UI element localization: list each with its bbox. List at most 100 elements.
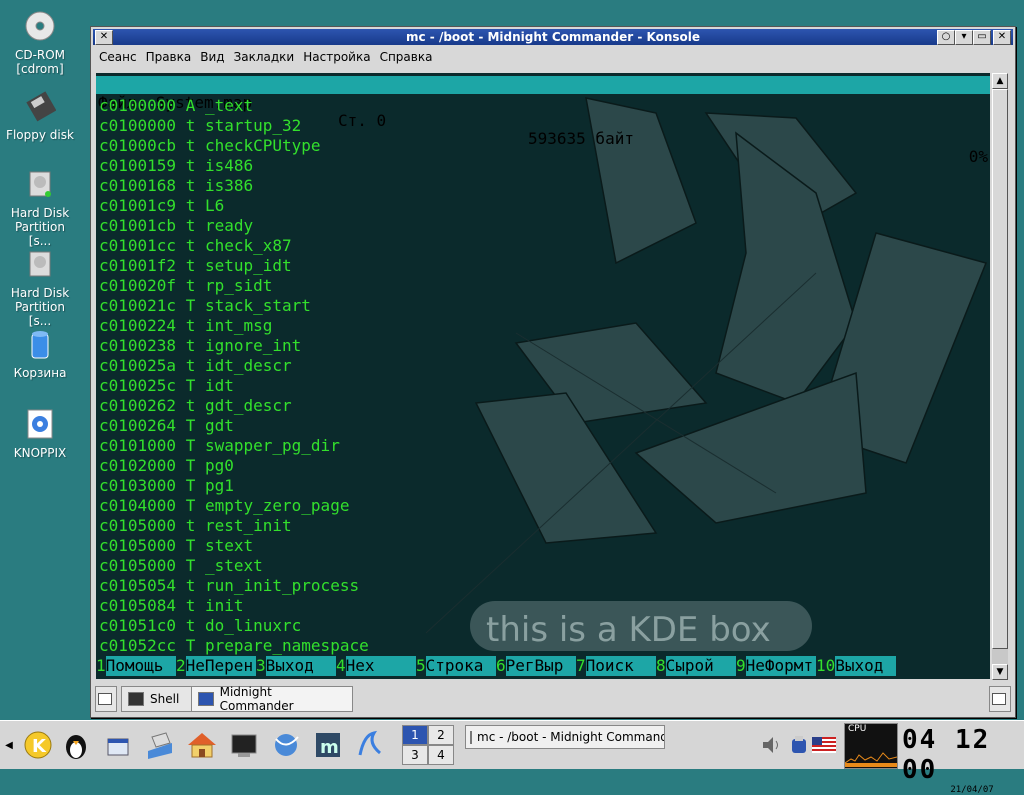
fkey-label: РегВыр (505, 656, 576, 676)
menu-session[interactable]: Сеанс (99, 50, 137, 64)
desktop-icon-label: CD-ROM [cdrom] (14, 48, 66, 76)
fkey-3[interactable]: 3 Выход (256, 656, 336, 676)
window-title: mc - /boot - Midnight Commander - Konsol… (405, 30, 701, 44)
svg-text:K: K (32, 736, 47, 757)
close-button[interactable]: ✕ (993, 30, 1011, 45)
menu-bar: Сеанс Правка Вид Закладки Настройка Спра… (93, 47, 1013, 67)
viewer-percent: 0% (968, 147, 988, 166)
vertical-scrollbar[interactable]: ▲ ▼ (992, 73, 1008, 680)
file-line: c0100000 t startup_32 (99, 116, 302, 135)
konsole-window: ✕ mc - /boot - Midnight Commander - Kons… (90, 26, 1016, 718)
close-session-button[interactable] (989, 686, 1011, 712)
desktop-icon-cdrom[interactable]: CD-ROM [cdrom] (4, 8, 76, 76)
viewer-page: Ст. 0 (338, 111, 387, 130)
tab-midnight-commander[interactable]: Midnight Commander (191, 685, 353, 713)
menu-settings[interactable]: Настройка (303, 50, 370, 64)
arrow-down-icon: ▼ (996, 667, 1004, 677)
desktop-icon-label: KNOPPIX (13, 446, 67, 460)
function-key-bar: 1 Помощь 2 НеПерен 3 Выход 4 Hex 5 Строка 6 РегВыр 7… (96, 656, 896, 676)
file-line: c0100168 t is386 (99, 176, 254, 195)
pager-desktop-4[interactable]: 4 (428, 745, 454, 765)
fkey-10[interactable]: 10 Выход (816, 656, 896, 676)
scroll-up-button[interactable]: ▲ (992, 73, 1008, 89)
fkey-6[interactable]: 6 РегВыр (496, 656, 576, 676)
desktop-icon-trash[interactable]: Корзина (4, 326, 76, 380)
fkey-9[interactable]: 9 НеФормт (736, 656, 816, 676)
viewer-header: Файл: System.map Ст. 0 593635 байт 0% (96, 76, 990, 166)
file-line: c0103000 T pg1 (99, 476, 234, 495)
sticky-button[interactable]: ○ (937, 30, 955, 45)
fkey-number: 9 (736, 656, 746, 675)
arrow-up-icon: ▲ (996, 76, 1004, 86)
fkey-number: 3 (256, 656, 266, 675)
cpu-monitor[interactable]: CPU (844, 723, 898, 769)
terminal-icon (128, 692, 144, 706)
close-icon: ✕ (997, 31, 1007, 42)
file-line: c0100000 A _text (99, 96, 254, 115)
fkey-label: НеФормт (745, 656, 816, 676)
file-line: c01052cc T prepare_namespace (99, 636, 369, 655)
file-line: c01001cb t ready (99, 216, 254, 235)
file-line: c0104000 T empty_zero_page (99, 496, 350, 515)
kde-logo-icon: K (24, 731, 52, 759)
cdrom-icon (22, 8, 58, 44)
fkey-8[interactable]: 8 Сырой (656, 656, 736, 676)
file-line: c0100262 t gdt_descr (99, 396, 292, 415)
desktop-icon (148, 732, 172, 759)
mc-launcher[interactable]: m (308, 725, 348, 765)
openoffice-launcher[interactable] (350, 725, 390, 765)
maximize-button[interactable]: ▭ (973, 30, 991, 45)
desktop-icon-floppy[interactable]: Floppy disk (4, 88, 76, 142)
penguin-launcher[interactable] (56, 725, 96, 765)
file-line: c0105084 t init (99, 596, 244, 615)
fkey-7[interactable]: 7 Поиск (576, 656, 656, 676)
new-session-button[interactable] (95, 686, 117, 712)
volume-tray[interactable] (756, 725, 786, 765)
file-line: c010025c T idt (99, 376, 234, 395)
menu-view[interactable]: Вид (200, 50, 224, 64)
terminal-area[interactable]: this is a KDE box Файл: System.map Ст. 0… (96, 73, 990, 679)
desktop-icon-harddisk-1[interactable]: Hard Disk Partition [s... (4, 166, 76, 248)
desktop-icon-harddisk-2[interactable]: Hard Disk Partition [s... (4, 246, 76, 328)
taskbar-item-mc[interactable]: mc - /boot - Midnight Commander (465, 725, 665, 749)
fkey-number: 6 (496, 656, 506, 675)
kde-panel: ◀ K m 1 2 3 4 mc - /boot - Midnight Comm… (0, 720, 1024, 795)
terminal-icon (231, 734, 257, 757)
home-launcher[interactable] (182, 725, 222, 765)
fkey-number: 4 (336, 656, 346, 675)
konqueror-launcher[interactable] (266, 725, 306, 765)
menu-edit[interactable]: Правка (146, 50, 192, 64)
keyboard-layout-tray[interactable] (810, 725, 838, 765)
minimize-button[interactable]: ▾ (955, 30, 973, 45)
fkey-label: Выход (835, 656, 896, 676)
taskbar-item-label: mc - /boot - Midnight Commander (477, 730, 665, 744)
fkey-2[interactable]: 2 НеПерен (176, 656, 256, 676)
tab-label: Shell (150, 692, 180, 706)
pager-desktop-1[interactable]: 1 (402, 725, 428, 745)
pager-desktop-3[interactable]: 3 (402, 745, 428, 765)
title-bar[interactable]: ✕ mc - /boot - Midnight Commander - Kons… (93, 29, 1013, 45)
konsole-launcher[interactable] (224, 725, 264, 765)
window-list-launcher[interactable] (98, 725, 138, 765)
cpu-graph (845, 752, 897, 767)
desktop-icon-label: Hard Disk Partition [s... (10, 286, 70, 328)
desktop-icon-knoppix[interactable]: KNOPPIX (4, 406, 76, 460)
kmenu-button[interactable]: K (18, 725, 58, 765)
pager-desktop-2[interactable]: 2 (428, 725, 454, 745)
menu-help[interactable]: Справка (380, 50, 433, 64)
fkey-5[interactable]: 5 Строка (416, 656, 496, 676)
fkey-label: Выход (265, 656, 336, 676)
fkey-4[interactable]: 4 Hex (336, 656, 416, 676)
fkey-1[interactable]: 1 Помощь (96, 656, 176, 676)
cpu-monitor-label: CPU (848, 724, 867, 734)
fkey-label: Сырой (665, 656, 736, 676)
panel-hide-button[interactable]: ◀ (2, 725, 16, 765)
file-line: c0105000 t rest_init (99, 516, 292, 535)
clock[interactable]: 04 12 00 21/04/07 (902, 725, 1022, 795)
scroll-thumb[interactable] (992, 89, 1008, 649)
desktop-launcher[interactable] (140, 725, 180, 765)
fkey-number: 8 (656, 656, 666, 675)
scroll-down-button[interactable]: ▼ (992, 664, 1008, 680)
menu-bookmarks[interactable]: Закладки (234, 50, 295, 64)
new-session-icon (98, 693, 112, 705)
